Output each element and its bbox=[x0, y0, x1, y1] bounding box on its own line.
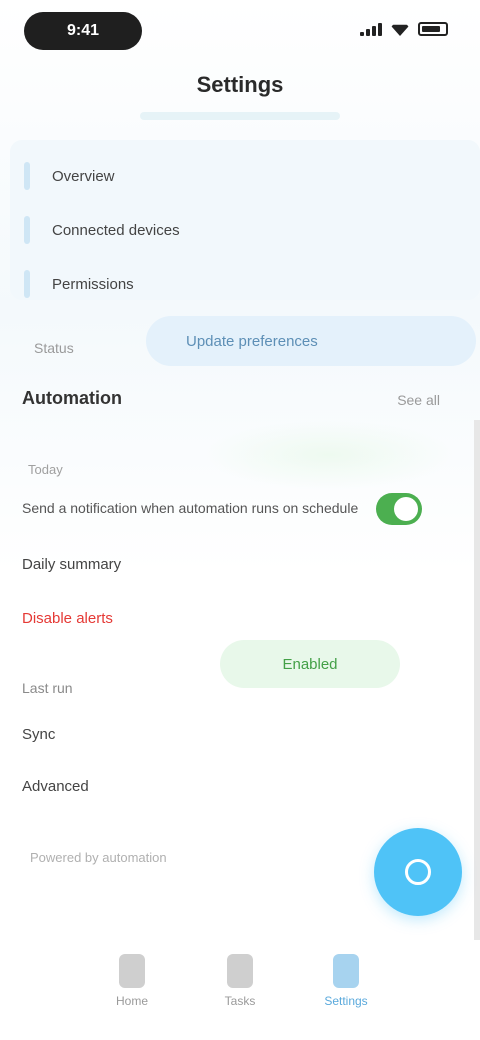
header-underline bbox=[140, 112, 340, 120]
list-item-advanced[interactable]: Advanced bbox=[22, 778, 89, 795]
nav-item-settings[interactable]: Settings bbox=[306, 954, 386, 1008]
status-icons bbox=[360, 22, 448, 36]
nav-label: Settings bbox=[324, 994, 368, 1008]
status-hint: Status bbox=[34, 340, 74, 356]
tasks-icon bbox=[227, 954, 253, 988]
notification-toggle[interactable] bbox=[376, 493, 422, 525]
wifi-icon bbox=[390, 24, 410, 36]
status-bar: 9:41 bbox=[0, 0, 480, 64]
enabled-button[interactable]: Enabled bbox=[220, 640, 400, 688]
info-row-permissions[interactable]: Permissions bbox=[24, 270, 134, 298]
info-row-label: Overview bbox=[52, 167, 115, 185]
highlight-glow bbox=[204, 420, 454, 490]
info-card: Overview Connected devices Permissions bbox=[10, 140, 480, 300]
scrollbar[interactable] bbox=[474, 420, 480, 1020]
info-marker bbox=[24, 162, 30, 190]
page-title: Settings bbox=[196, 72, 284, 97]
footer-note: Powered by automation bbox=[30, 850, 167, 865]
info-marker bbox=[24, 216, 30, 244]
status-time: 9:41 bbox=[24, 12, 142, 50]
date-label: Today bbox=[28, 462, 63, 477]
list-item-sync[interactable]: Sync bbox=[22, 726, 55, 743]
home-icon bbox=[119, 954, 145, 988]
battery-icon bbox=[418, 22, 448, 36]
update-preferences-button[interactable]: Update preferences bbox=[146, 316, 476, 366]
section-title: Automation bbox=[22, 388, 122, 408]
signal-icon bbox=[360, 22, 382, 36]
nav-label: Tasks bbox=[224, 994, 256, 1008]
settings-icon bbox=[333, 954, 359, 988]
disable-alerts-link[interactable]: Disable alerts bbox=[22, 610, 113, 627]
nav-label: Home bbox=[115, 994, 148, 1008]
floating-action-button[interactable] bbox=[374, 828, 462, 916]
notification-setting-label: Send a notification when automation runs… bbox=[22, 500, 359, 516]
info-row-label: Connected devices bbox=[52, 221, 180, 239]
bottom-navigation: Home Tasks Settings bbox=[0, 940, 480, 1040]
last-run-label: Last run bbox=[22, 680, 73, 696]
info-row-devices[interactable]: Connected devices bbox=[24, 216, 180, 244]
nav-item-home[interactable]: Home bbox=[92, 954, 172, 1008]
nav-item-tasks[interactable]: Tasks bbox=[200, 954, 280, 1008]
info-row-overview[interactable]: Overview bbox=[24, 162, 115, 190]
search-icon bbox=[405, 859, 431, 885]
app-screen: 9:41 Settings Overview Connected devices… bbox=[0, 0, 480, 1040]
list-item-daily-summary[interactable]: Daily summary bbox=[22, 556, 121, 573]
info-marker bbox=[24, 270, 30, 298]
see-all-link[interactable]: See all bbox=[397, 392, 440, 408]
info-row-label: Permissions bbox=[52, 275, 134, 293]
